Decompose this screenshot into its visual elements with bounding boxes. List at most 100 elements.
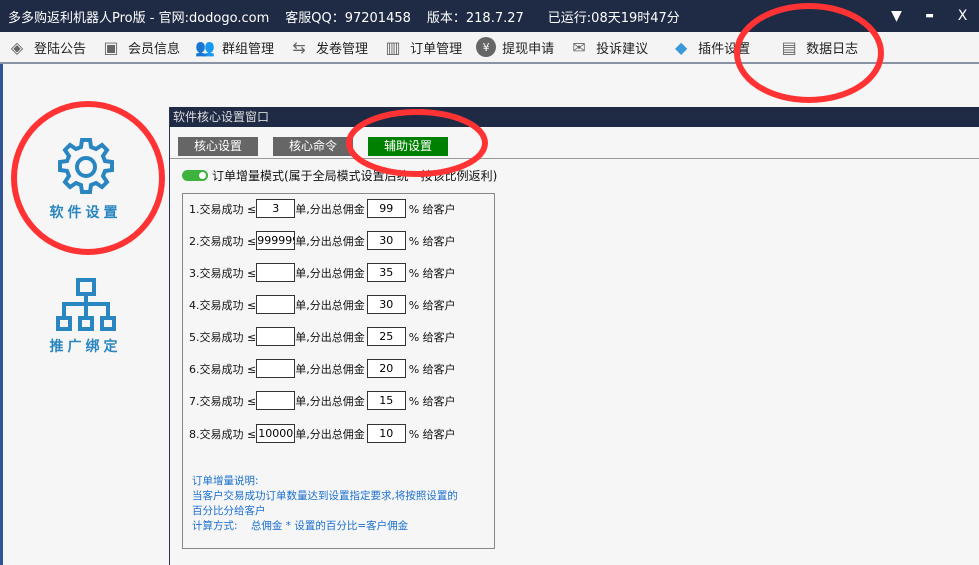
toolbar-announcement[interactable]: ◈ 登陆公告	[0, 31, 94, 63]
count-input[interactable]	[256, 327, 296, 346]
percent-input[interactable]	[366, 231, 406, 250]
id-card-icon: ▣	[103, 37, 119, 57]
note-line: 计算方式: 总佣金 * 设置的百分比=客户佣金	[192, 520, 409, 532]
sidebar-item-promotion-binding[interactable]: 推广绑定	[3, 278, 168, 356]
count-input[interactable]	[256, 359, 296, 378]
suffix-label: % 给客户	[408, 330, 456, 344]
count-input[interactable]	[256, 295, 296, 314]
toolbar-label: 订单管理	[410, 41, 463, 57]
dropdown-button[interactable]: ▼	[880, 8, 913, 24]
toolbar-label: 发卷管理	[316, 41, 369, 57]
tier-label: 7.交易成功 ≤	[189, 394, 257, 408]
count-input[interactable]	[256, 263, 296, 282]
commission-label: 单,分出总佣金	[295, 266, 365, 280]
commission-label: 单,分出总佣金	[295, 330, 365, 344]
tier-label: 3.交易成功 ≤	[189, 266, 257, 280]
tier-label: 4.交易成功 ≤	[189, 298, 257, 312]
hierarchy-icon	[55, 278, 116, 331]
toggle-switch[interactable]	[182, 170, 208, 181]
percent-input[interactable]	[366, 295, 406, 314]
sidebar: 软件设置 推广绑定	[3, 66, 168, 565]
count-input[interactable]	[256, 199, 296, 218]
suffix-label: % 给客户	[408, 234, 456, 248]
toolbar-label: 数据日志	[806, 41, 859, 57]
toolbar-order-manage[interactable]: ▥ 订单管理	[376, 31, 470, 63]
gear-icon	[57, 138, 114, 194]
yen-icon: ¥	[476, 37, 497, 57]
announcement-icon: ◈	[10, 37, 24, 57]
tier-row: 4.交易成功 ≤ 单,分出总佣金 % 给客户	[189, 295, 456, 314]
version-info: 版本：218.7.27	[426, 10, 524, 26]
tier-label: 8.交易成功 ≤	[189, 427, 257, 441]
commission-label: 单,分出总佣金	[295, 362, 365, 376]
explanation-note: 订单增量说明: 当客户交易成功订单数量达到设置指定要求,将按照设置的 百分比分给…	[192, 474, 458, 534]
toolbar-plugin-settings[interactable]: ◆ 插件设置	[664, 31, 758, 63]
toolbar: ◈ 登陆公告 ▣ 会员信息 👥 群组管理 ⇆ 发卷管理 ▥ 订单管理 ¥ 提现申请 ✉ 投诉建…	[0, 32, 979, 64]
tier-label: 5.交易成功 ≤	[189, 330, 257, 344]
basket-icon: ▥	[385, 37, 401, 57]
uptime-info: 已运行:08天19时47分	[547, 10, 680, 26]
users-icon: 👥	[195, 37, 215, 57]
suffix-label: % 给客户	[408, 362, 456, 376]
sidebar-label: 推广绑定	[49, 339, 122, 355]
tier-row: 1.交易成功 ≤ 单,分出总佣金 % 给客户	[189, 199, 456, 218]
tier-row: 5.交易成功 ≤ 单,分出总佣金 % 给客户	[189, 327, 456, 346]
toggle-label: 订单增量模式(属于全局模式设置后统一按该比例返利)	[212, 169, 498, 183]
tier-settings-box: 1.交易成功 ≤ 单,分出总佣金 % 给客户 2.交易成功 ≤ 单,分出总佣金 % 给客…	[182, 193, 495, 549]
tier-label: 2.交易成功 ≤	[189, 234, 257, 248]
order-increment-toggle-row[interactable]: 订单增量模式(属于全局模式设置后统一按该比例返利)	[182, 167, 497, 184]
sidebar-label: 软件设置	[49, 205, 122, 221]
core-settings-window: 软件核心设置窗口 核心设置 核心命令 辅助设置 订单增量模式(属于全局模式设置后…	[169, 107, 979, 565]
tier-row: 2.交易成功 ≤ 单,分出总佣金 % 给客户	[189, 231, 456, 250]
count-input[interactable]	[256, 231, 296, 250]
toolbar-data-log[interactable]: ▤ 数据日志	[772, 31, 866, 63]
toolbar-withdraw[interactable]: ¥ 提现申请	[470, 31, 562, 63]
suffix-label: % 给客户	[408, 298, 456, 312]
commission-label: 单,分出总佣金	[295, 298, 365, 312]
tier-row: 6.交易成功 ≤ 单,分出总佣金 % 给客户	[189, 359, 456, 378]
percent-input[interactable]	[366, 424, 406, 443]
suffix-label: % 给客户	[408, 202, 456, 216]
tab-bar: 核心设置 核心命令 辅助设置	[170, 127, 979, 159]
tier-label: 6.交易成功 ≤	[189, 362, 257, 376]
tab-core-commands[interactable]: 核心命令	[273, 137, 353, 156]
percent-input[interactable]	[366, 199, 406, 218]
tab-core-settings[interactable]: 核心设置	[178, 137, 258, 156]
exchange-icon: ⇆	[292, 37, 306, 57]
tier-row: 3.交易成功 ≤ 单,分出总佣金 % 给客户	[189, 263, 456, 282]
title-bar: 多多购返利机器人Pro版 - 官网:dodogo.com 客服QQ：972014…	[0, 0, 979, 32]
commission-label: 单,分出总佣金	[295, 202, 365, 216]
percent-input[interactable]	[366, 327, 406, 346]
percent-input[interactable]	[366, 263, 406, 282]
commission-label: 单,分出总佣金	[295, 394, 365, 408]
toolbar-label: 登陆公告	[34, 41, 87, 57]
toolbar-group-manage[interactable]: 👥 群组管理	[188, 31, 282, 63]
mail-icon: ✉	[572, 37, 586, 57]
count-input[interactable]	[256, 424, 296, 443]
app-title: 多多购返利机器人Pro版 - 官网:dodogo.com	[8, 10, 270, 26]
toolbar-complaint[interactable]: ✉ 投诉建议	[562, 31, 656, 63]
commission-label: 单,分出总佣金	[295, 234, 365, 248]
toolbar-label: 群组管理	[222, 41, 275, 57]
close-button[interactable]: X	[946, 8, 979, 24]
toolbar-member-info[interactable]: ▣ 会员信息	[94, 31, 188, 63]
tier-row: 8.交易成功 ≤ 单,分出总佣金 % 给客户	[189, 424, 456, 443]
percent-input[interactable]	[366, 359, 406, 378]
cube-icon: ◆	[674, 37, 688, 57]
qq-info: 客服QQ：97201458	[285, 10, 411, 26]
toolbar-label: 插件设置	[698, 41, 751, 57]
window-title: 软件核心设置窗口	[170, 107, 979, 127]
tier-label: 1.交易成功 ≤	[189, 202, 257, 216]
note-line: 当客户交易成功订单数量达到设置指定要求,将按照设置的	[192, 490, 458, 502]
toolbar-label: 提现申请	[502, 41, 555, 57]
percent-input[interactable]	[366, 391, 406, 410]
tier-row: 7.交易成功 ≤ 单,分出总佣金 % 给客户	[189, 391, 456, 410]
minimize-button[interactable]: ▬	[913, 11, 946, 21]
suffix-label: % 给客户	[408, 427, 456, 441]
suffix-label: % 给客户	[408, 394, 456, 408]
tab-auxiliary-settings[interactable]: 辅助设置	[368, 137, 448, 156]
sidebar-item-software-settings[interactable]: 软件设置	[3, 136, 168, 222]
toolbar-coupon-manage[interactable]: ⇆ 发卷管理	[282, 31, 376, 63]
commission-label: 单,分出总佣金	[295, 427, 365, 441]
count-input[interactable]	[256, 391, 296, 410]
